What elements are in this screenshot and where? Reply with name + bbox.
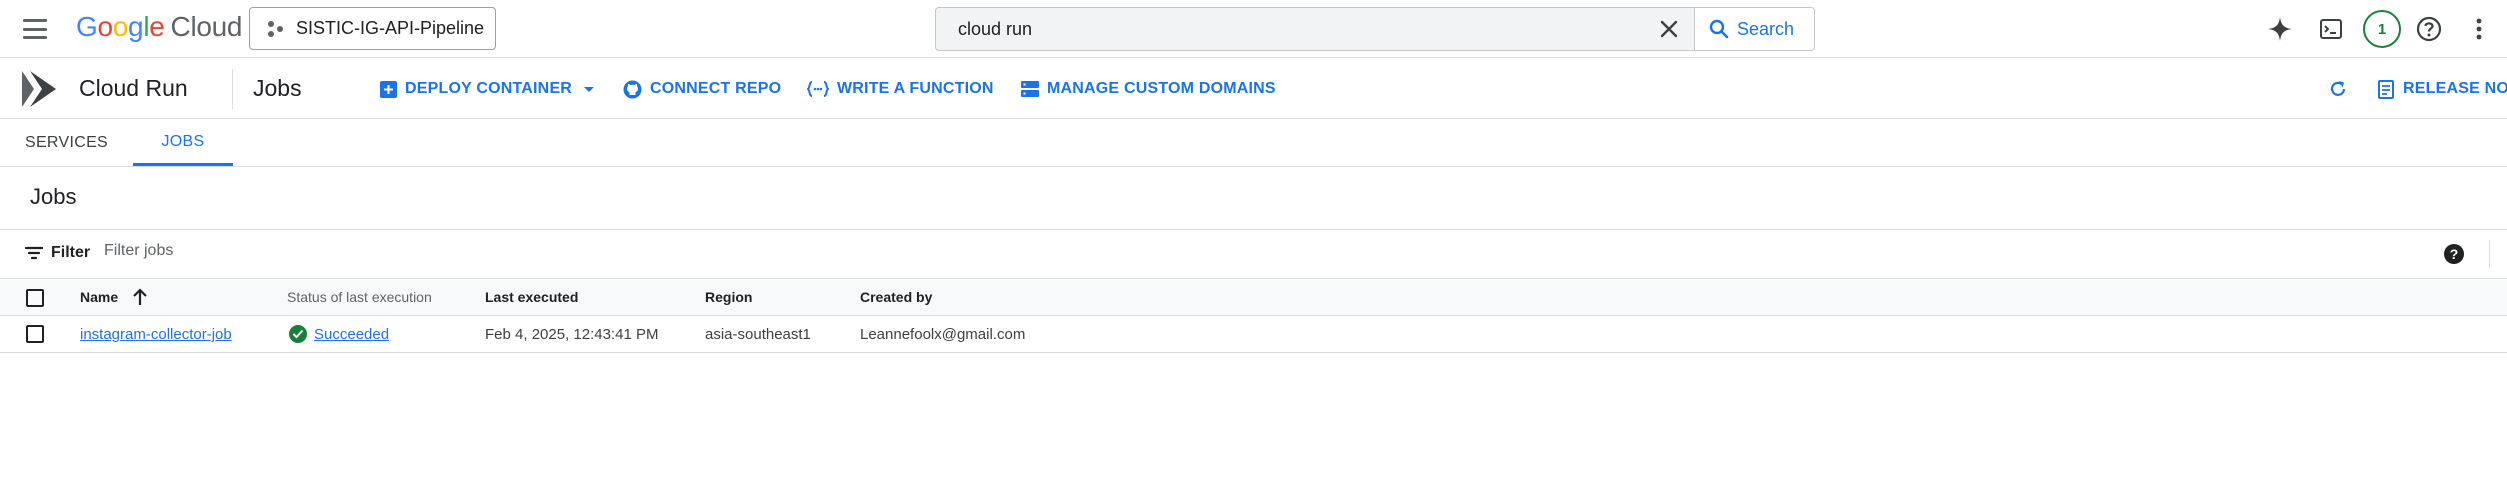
filter-bar: Filter ?	[0, 229, 2507, 279]
filter-button[interactable]: Filter	[25, 244, 90, 262]
column-header-name[interactable]: Name	[80, 288, 148, 309]
section-title: Jobs	[30, 184, 77, 209]
domains-icon	[1021, 81, 1039, 97]
refresh-icon	[2328, 79, 2348, 99]
select-all-checkbox[interactable]	[26, 289, 44, 307]
write-function-button[interactable]: WRITE A FUNCTION	[807, 76, 994, 102]
column-header-last-executed[interactable]: Last executed	[485, 289, 578, 305]
status-cell: Succeeded	[289, 325, 389, 343]
region-value: asia-southeast1	[705, 326, 811, 343]
header-divider	[232, 69, 233, 109]
help-icon[interactable]: ?	[2444, 244, 2464, 264]
release-notes-button[interactable]: RELEASE NOTES	[2378, 76, 2507, 102]
filter-label: Filter	[51, 244, 91, 261]
manage-custom-domains-button[interactable]: MANAGE CUSTOM DOMAINS	[1021, 76, 1276, 102]
function-icon	[807, 80, 829, 98]
hamburger-menu-icon[interactable]	[20, 15, 50, 43]
column-header-region[interactable]: Region	[705, 289, 752, 305]
search-button-label: Search	[1737, 18, 1795, 39]
page-heading: Jobs	[253, 75, 302, 101]
arrow-up-icon[interactable]	[132, 288, 148, 309]
job-name-link[interactable]: instagram-collector-job	[80, 326, 232, 343]
product-header: Cloud Run Jobs DEPLOY CONTAINER CONNECT …	[0, 59, 2507, 119]
check-circle-icon	[289, 325, 307, 343]
project-dots-icon	[268, 20, 284, 37]
more-vert-icon[interactable]	[2464, 14, 2494, 44]
table-header-row: Name Status of last execution Last execu…	[0, 280, 2507, 316]
connect-repo-button[interactable]: CONNECT REPO	[623, 76, 781, 102]
add-box-icon	[380, 80, 397, 98]
refresh-button[interactable]	[2328, 76, 2356, 102]
column-header-status[interactable]: Status of last execution	[287, 289, 432, 305]
notification-count-badge[interactable]: 1	[2363, 10, 2401, 48]
top-app-bar: GoogleCloud SISTIC-IG-API-Pipeline Searc…	[0, 0, 2507, 58]
created-by-value: Leannefoolx@gmail.com	[860, 326, 1026, 343]
filter-icon	[25, 246, 43, 260]
search-input[interactable]	[958, 18, 1598, 40]
close-icon[interactable]	[1658, 18, 1680, 40]
table-row: instagram-collector-job Succeeded Feb 4,…	[0, 317, 2507, 353]
help-icon[interactable]	[2414, 14, 2444, 44]
deploy-container-button[interactable]: DEPLOY CONTAINER	[380, 76, 595, 102]
cloud-run-logo-icon	[22, 71, 56, 107]
column-header-created-by[interactable]: Created by	[860, 289, 932, 305]
project-name: SISTIC-IG-API-Pipeline	[296, 18, 485, 38]
chevron-down-icon	[584, 86, 595, 92]
tab-jobs[interactable]: JOBS	[133, 120, 233, 166]
project-picker-button[interactable]: SISTIC-IG-API-Pipeline	[249, 7, 496, 50]
terminal-icon[interactable]	[2316, 14, 2346, 44]
search-icon	[1709, 19, 1729, 39]
search-box	[935, 7, 1695, 51]
row-checkbox[interactable]	[26, 325, 44, 343]
tab-services[interactable]: SERVICES	[0, 120, 133, 166]
last-executed-value: Feb 4, 2025, 12:43:41 PM	[485, 326, 659, 343]
search-button[interactable]: Search	[1695, 7, 1815, 51]
github-icon	[623, 80, 642, 99]
sparkle-icon[interactable]	[2265, 14, 2295, 44]
tab-bar: SERVICES JOBS	[0, 120, 2507, 167]
status-link[interactable]: Succeeded	[314, 326, 389, 343]
google-cloud-logo[interactable]: Google Cloud	[76, 11, 243, 43]
release-notes-icon	[2378, 79, 2395, 99]
filter-divider	[2489, 240, 2490, 268]
filter-input[interactable]	[104, 242, 704, 260]
product-title: Cloud Run	[79, 75, 188, 101]
